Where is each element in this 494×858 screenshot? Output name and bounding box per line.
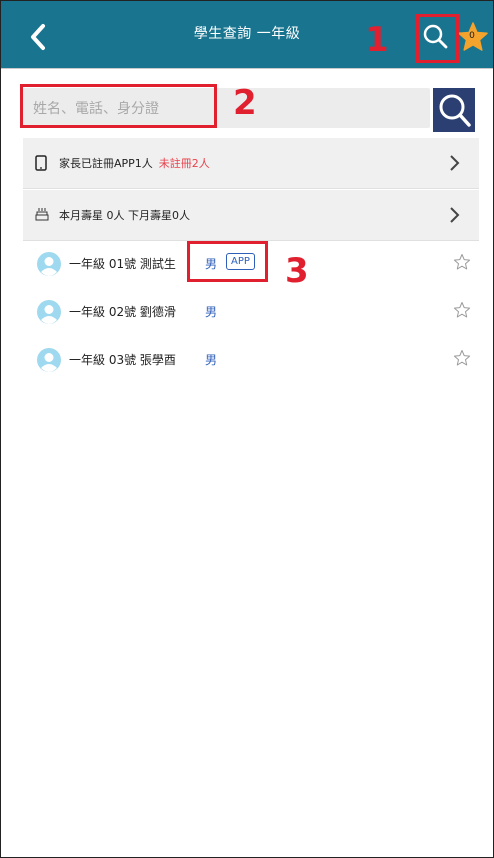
favorites-count: 0 [469, 31, 475, 41]
chevron-right-icon [450, 155, 460, 171]
student-name: 一年級 01號 測試生 [69, 257, 176, 271]
phone-icon [35, 155, 47, 171]
student-gender: 男 [205, 353, 218, 367]
student-name: 一年級 03號 張學酉 [69, 353, 176, 367]
avatar-icon [37, 252, 61, 276]
search-icon [439, 94, 471, 127]
star-outline-icon[interactable] [453, 349, 471, 367]
app-window: 學生查詢 一年級 0 家長已註冊APP1人未註冊2人 [0, 0, 494, 858]
star-outline-icon[interactable] [453, 253, 471, 271]
app-registered-count: 家長已註冊APP1人 [59, 157, 153, 170]
app-unregistered-count: 未註冊2人 [158, 157, 210, 170]
avatar-icon [37, 300, 61, 324]
favorites-star-button[interactable]: 0 [457, 21, 491, 55]
app-registration-text: 家長已註冊APP1人 未註冊2人 [59, 155, 210, 171]
annotation-number: 1 [365, 20, 389, 60]
annotation-box-search-input [20, 84, 217, 128]
search-submit-button[interactable] [433, 88, 475, 132]
student-row[interactable]: 一年級 03號 張學酉 男 [23, 335, 479, 387]
student-name: 一年級 02號 劉德滑 [69, 305, 176, 319]
cake-icon [35, 208, 49, 221]
annotation-box-app-badge [187, 241, 268, 282]
chevron-right-icon [450, 207, 460, 223]
student-gender: 男 [205, 305, 218, 319]
annotation-number: 2 [233, 83, 257, 123]
birthday-row[interactable]: 本月壽星 0人 下月壽星0人 [23, 190, 479, 241]
annotation-box-search [416, 14, 459, 63]
avatar-icon [37, 348, 61, 372]
star-outline-icon[interactable] [453, 301, 471, 319]
birthday-text: 本月壽星 0人 下月壽星0人 [59, 209, 190, 222]
app-registration-row[interactable]: 家長已註冊APP1人 未註冊2人 [23, 138, 479, 189]
annotation-number: 3 [285, 251, 309, 291]
student-row[interactable]: 一年級 02號 劉德滑 男 [23, 287, 479, 339]
